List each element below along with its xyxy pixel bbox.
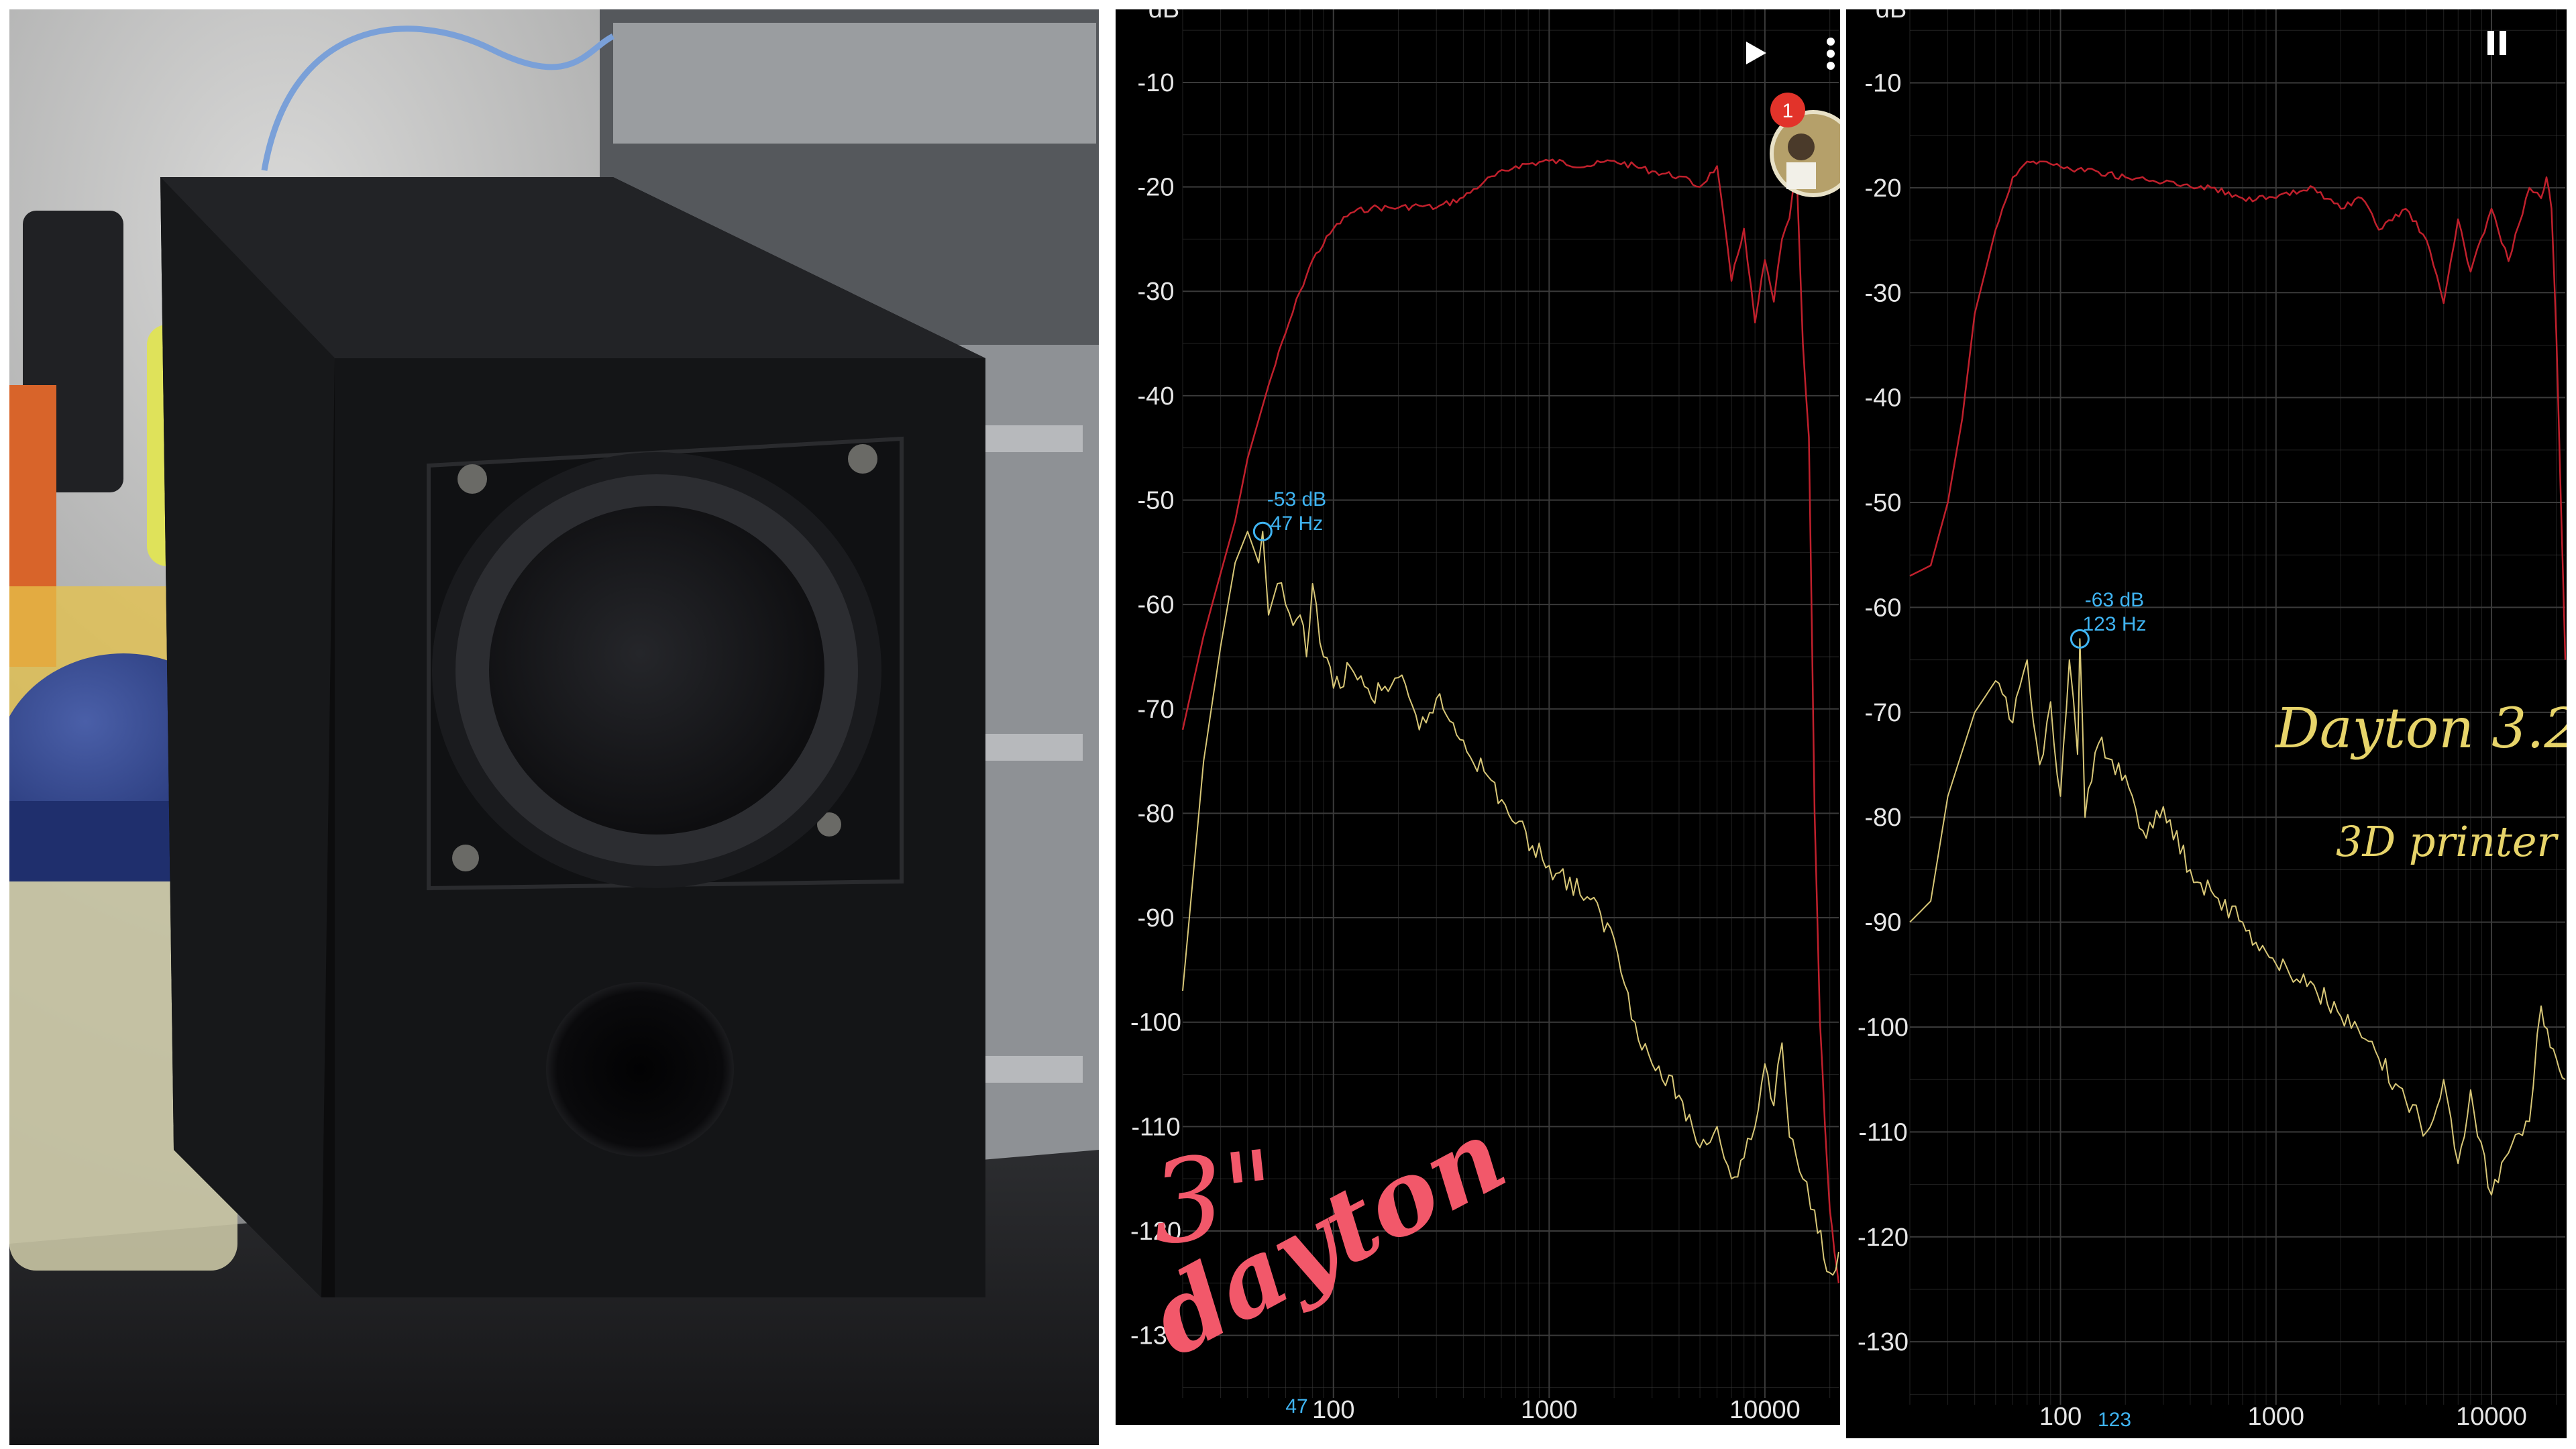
y-tick-label: -30 [1138,278,1175,306]
marker-x-axis-label: 123 [2098,1409,2131,1431]
spectrum-chart-left-plot: -10-20-30-40-50-60-70-80-90-100-110-120-… [1130,9,1840,1424]
notification-badge-count: 1 [1782,100,1794,122]
y-axis-unit-label: dB [1876,9,1907,23]
y-tick-label: -60 [1865,594,1902,622]
x-tick-label: 1000 [1521,1396,1578,1424]
marker-x-axis-label: 47 [1285,1395,1307,1417]
y-tick-label: -10 [1138,69,1175,97]
speaker-photo-illustration [9,9,1099,1445]
y-tick-label: -100 [1130,1009,1181,1037]
y-tick-label: -50 [1138,487,1175,515]
y-tick-label: -40 [1138,382,1175,411]
y-tick-label: -90 [1138,904,1175,932]
speaker-driver-icon [427,436,904,891]
y-tick-label: -90 [1865,909,1902,937]
annotation-model-label: Dayton 3.25 [2274,697,2567,761]
x-tick-label: 10000 [1729,1396,1801,1424]
y-tick-label: -70 [1865,699,1902,727]
x-tick-label: 1000 [2247,1403,2304,1431]
play-icon [1746,42,1766,64]
y-tick-label: -10 [1865,69,1902,97]
handwritten-annotation-right: Dayton 3.25 3D printer [2274,697,2567,866]
handwritten-annotation-left: 3" dayton [1132,1096,1523,1379]
y-tick-label: -30 [1865,279,1902,307]
spectrum-chart-right-plot: -10 -20 -30 -40 -50 -60 -70 -80 -90 -100 -110 -120 -… [1858,9,2567,1431]
pause-icon [2487,31,2506,55]
pause-button[interactable] [2487,31,2506,55]
y-tick-label: -80 [1138,800,1175,828]
marker-hz-label: 47 Hz [1271,513,1323,535]
y-axis-unit-label: dB [1148,9,1179,23]
marker-db-label: -53 dB [1267,488,1326,511]
y-tick-label: -40 [1865,384,1902,413]
x-tick-label: 10000 [2456,1403,2527,1431]
y-tick-label: -130 [1858,1328,1909,1356]
y-tick-label: -60 [1138,591,1175,619]
y-tick-label: -110 [1858,1118,1907,1146]
y-tick-label: -20 [1138,174,1175,202]
y-tick-label: -70 [1138,696,1175,724]
y-tick-label: -120 [1858,1224,1909,1252]
peak-hold-trace [1909,160,2567,660]
marker-hz-label: 123 Hz [2082,613,2146,635]
annotation-note-label: 3D printer [2336,817,2559,866]
y-tick-label: -80 [1865,804,1902,832]
response-trace [1182,531,1839,1276]
play-button[interactable] [1746,42,1766,64]
marker-db-label: -63 dB [2085,589,2144,611]
x-tick-label: 100 [1312,1396,1354,1424]
spectrum-chart-left: -10 -20 -30 -40 -50 -60 -70 -80 -90 -100 -110 -120-… [1116,9,1840,1425]
x-tick-label: 100 [2039,1403,2082,1431]
y-tick-label: -20 [1865,174,1902,203]
more-vert-icon [1827,38,1835,70]
y-tick-label: -100 [1858,1014,1909,1042]
spectrum-chart-right: -10 -20 -30 -40 -50 -60 -70 -80 -90 -100 -110 -120 -… [1846,9,2567,1438]
y-tick-label: -50 [1865,489,1902,517]
bass-port-icon [546,982,734,1157]
more-menu-button[interactable] [1827,38,1835,70]
speaker-photo [9,9,1099,1445]
peak-hold-trace [1181,158,1840,1283]
